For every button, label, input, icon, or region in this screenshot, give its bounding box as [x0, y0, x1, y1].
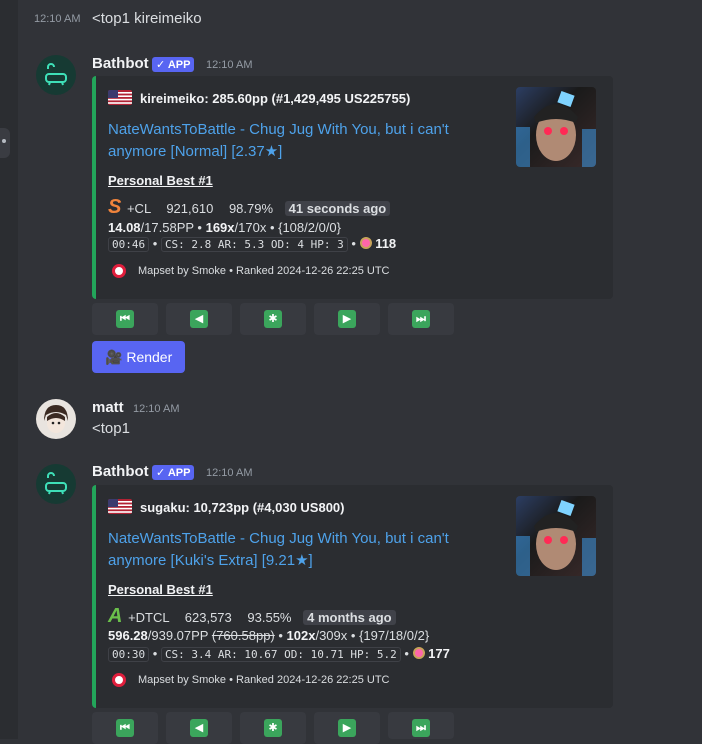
- embed-footer: Mapset by Smoke • Ranked 2024-12-26 22:2…: [138, 674, 390, 686]
- bathbot-avatar[interactable]: [36, 464, 76, 504]
- osu-logo-icon: [112, 673, 126, 687]
- arrow-right-icon: ▶: [338, 310, 356, 328]
- accuracy: 93.55%: [247, 610, 292, 625]
- bpm-icon: [359, 237, 372, 249]
- score-line: A +DTCL 623,573 93.55% 4 months ago: [108, 606, 396, 628]
- username[interactable]: matt: [92, 399, 124, 416]
- time-ago: 41 seconds ago: [284, 201, 391, 216]
- pp-value: 596.28: [108, 628, 148, 643]
- embed-author[interactable]: kireimeiko: 285.60pp (#1,429,495 US22575…: [140, 91, 410, 106]
- jump-page-button[interactable]: ✱: [240, 712, 306, 744]
- skip-forward-icon: ⏭: [412, 310, 430, 328]
- pp-fc: (760.58pp): [211, 628, 275, 643]
- username[interactable]: Bathbot: [92, 463, 149, 480]
- message-text: <top1: [92, 420, 130, 437]
- first-page-button[interactable]: ⏮: [92, 303, 158, 335]
- pp-max: /939.07PP: [147, 628, 209, 643]
- grade-icon: A: [108, 605, 123, 627]
- skip-back-icon: ⏮: [116, 310, 134, 328]
- hit-counts: {108/2/0/0}: [278, 220, 342, 235]
- arrow-left-icon: ◀: [190, 310, 208, 328]
- prev-page-button[interactable]: ◀: [166, 303, 232, 335]
- embed-title-line1[interactable]: NateWantsToBattle - Chug Jug With You, b…: [108, 528, 449, 550]
- render-label: Render: [126, 349, 173, 365]
- bathtub-icon: [45, 472, 67, 495]
- accuracy: 98.79%: [228, 201, 274, 216]
- next-page-button[interactable]: ▶: [314, 712, 380, 744]
- beatmap-thumbnail[interactable]: [516, 496, 596, 576]
- render-button[interactable]: 🎥 Render: [92, 341, 186, 373]
- mods: +CL: [126, 201, 151, 216]
- personal-best-label: Personal Best #1: [108, 582, 213, 597]
- message-timestamp: 12:10 AM: [34, 13, 81, 25]
- mods: +DTCL: [128, 610, 170, 625]
- time-ago: 4 months ago: [303, 610, 396, 625]
- arrow-left-icon: ◀: [190, 719, 208, 737]
- collapse-tab[interactable]: [0, 128, 10, 158]
- bathtub-icon: [45, 63, 67, 86]
- server-rail: [0, 0, 18, 739]
- osu-logo-icon: [112, 264, 126, 278]
- score-line: S +CL 921,610 98.79% 41 seconds ago: [108, 196, 391, 219]
- pp-line: 596.28/939.07PP (760.58pp) • 102x/309x •…: [108, 628, 430, 643]
- message-timestamp: 12:10 AM: [133, 403, 180, 415]
- last-page-button[interactable]: ⏭: [388, 303, 454, 335]
- message-text: <top1 kireimeiko: [92, 10, 202, 27]
- embed-title-line1[interactable]: NateWantsToBattle - Chug Jug With You, b…: [108, 119, 449, 141]
- combo: 169x: [205, 220, 235, 235]
- map-length: 00:46: [108, 237, 150, 252]
- skip-forward-icon: ⏭: [412, 719, 430, 737]
- app-badge: ✓ APP: [152, 57, 195, 72]
- map-stats: CS: 3.4 AR: 10.67 OD: 10.71 HP: 5.2: [160, 647, 401, 662]
- beatmap-thumbnail[interactable]: [516, 87, 596, 167]
- score: 623,573: [184, 610, 232, 625]
- message-timestamp: 12:10 AM: [206, 59, 253, 71]
- first-page-button[interactable]: ⏮: [92, 712, 158, 744]
- pp-value: 14.08: [108, 220, 141, 235]
- bathbot-avatar[interactable]: [36, 55, 76, 95]
- score: 921,610: [166, 201, 214, 216]
- message-timestamp: 12:10 AM: [206, 467, 253, 479]
- embed-title-line2[interactable]: anymore [Normal] [2.37★]: [108, 141, 282, 163]
- us-flag-icon: [108, 499, 132, 514]
- jump-page-button[interactable]: ✱: [240, 303, 306, 335]
- us-flag-icon: [108, 90, 132, 105]
- map-stats-line: 00:30 • CS: 3.4 AR: 10.67 OD: 10.71 HP: …: [108, 646, 450, 663]
- app-badge: ✓ APP: [152, 465, 195, 480]
- prev-page-button[interactable]: ◀: [166, 712, 232, 744]
- embed-author[interactable]: sugaku: 10,723pp (#4,030 US800): [140, 500, 345, 515]
- pp-line: 14.08/17.58PP • 169x/170x • {108/2/0/0}: [108, 220, 342, 235]
- score-embed: kireimeiko: 285.60pp (#1,429,495 US22575…: [92, 76, 613, 299]
- max-combo: /309x: [315, 628, 348, 643]
- embed-footer: Mapset by Smoke • Ranked 2024-12-26 22:2…: [138, 265, 390, 277]
- last-page-button[interactable]: ⏭: [388, 712, 454, 739]
- hit-counts: {197/18/0/2}: [359, 628, 430, 643]
- dot-icon: [2, 139, 6, 143]
- arrow-right-icon: ▶: [338, 719, 356, 737]
- personal-best-label: Personal Best #1: [108, 173, 213, 188]
- camera-icon: 🎥: [105, 349, 123, 365]
- next-page-button[interactable]: ▶: [314, 303, 380, 335]
- username[interactable]: Bathbot: [92, 55, 149, 72]
- bpm: 177: [428, 646, 450, 661]
- bpm: 118: [375, 236, 397, 251]
- combo: 102x: [286, 628, 316, 643]
- score-embed: sugaku: 10,723pp (#4,030 US800) NateWant…: [92, 485, 613, 708]
- pp-max: /17.58PP: [140, 220, 194, 235]
- asterisk-icon: ✱: [264, 310, 282, 328]
- map-stats-line: 00:46 • CS: 2.8 AR: 5.3 OD: 4 HP: 3 • 11…: [108, 236, 396, 253]
- skip-back-icon: ⏮: [116, 719, 134, 737]
- map-stats: CS: 2.8 AR: 5.3 OD: 4 HP: 3: [160, 237, 348, 252]
- asterisk-icon: ✱: [264, 719, 282, 737]
- grade-icon: S: [108, 196, 122, 218]
- max-combo: /170x: [234, 220, 267, 235]
- embed-title-line2[interactable]: anymore [Kuki's Extra] [9.21★]: [108, 550, 313, 572]
- map-length: 00:30: [108, 647, 150, 662]
- user-avatar[interactable]: [36, 399, 76, 439]
- bpm-icon: [412, 647, 425, 659]
